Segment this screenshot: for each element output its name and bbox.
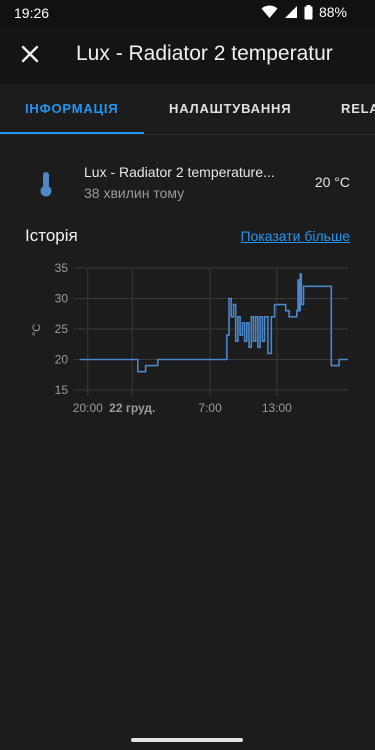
close-icon[interactable] <box>16 40 44 68</box>
status-time: 19:26 <box>14 5 50 21</box>
dialog-title: Lux - Radiator 2 temperatur <box>76 42 333 65</box>
status-bar: 19:26 88% <box>0 0 375 26</box>
thermometer-icon <box>40 172 52 197</box>
home-indicator[interactable] <box>131 738 243 742</box>
y-tick-label: 15 <box>55 383 69 397</box>
entity-name: Lux - Radiator 2 temperature... <box>84 164 275 180</box>
y-tick-label: 20 <box>55 353 69 367</box>
tab-related[interactable]: RELA <box>341 101 375 116</box>
tab-settings[interactable]: НАЛАШТУВАННЯ <box>169 101 291 116</box>
history-chart: 15 20 25 30 35 20:00 22 груд. 7:00 13:00 °C <box>31 261 348 415</box>
active-tab-indicator <box>0 132 144 134</box>
app-bar: Lux - Radiator 2 temperatur <box>0 26 375 84</box>
status-icons: 88% <box>261 4 347 20</box>
show-more-link[interactable]: Показати більше <box>240 228 350 244</box>
x-tick-label: 20:00 <box>73 401 103 415</box>
y-tick-label: 35 <box>55 261 69 275</box>
x-tick-label: 22 груд. <box>109 401 155 415</box>
entity-last-changed: 38 хвилин тому <box>84 185 185 201</box>
battery-icon <box>304 4 313 19</box>
entity-row[interactable]: Lux - Radiator 2 temperature... 38 хвили… <box>0 160 375 210</box>
y-tick-label: 25 <box>55 322 69 336</box>
entity-state: 20 °C <box>314 174 350 190</box>
signal-icon <box>284 6 297 18</box>
wifi-icon <box>261 5 278 18</box>
battery-level: 88% <box>318 4 347 20</box>
y-tick-label: 30 <box>55 292 69 306</box>
tab-info[interactable]: ІНФОРМАЦІЯ <box>25 101 118 116</box>
temperature-series-line <box>80 273 348 373</box>
x-tick-label: 7:00 <box>198 401 222 415</box>
y-axis-label: °C <box>31 324 43 336</box>
tab-bar: ІНФОРМАЦІЯ НАЛАШТУВАННЯ RELA <box>0 84 375 135</box>
history-title: Історія <box>25 226 78 245</box>
x-tick-label: 13:00 <box>262 401 292 415</box>
